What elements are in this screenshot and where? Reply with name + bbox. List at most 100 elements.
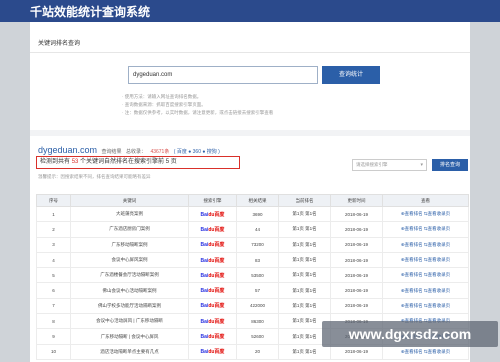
rank-cell: 第1页 第1名 <box>278 297 331 315</box>
row-number: 9 <box>36 328 71 345</box>
baidu-logo-icon: Baidu百度 <box>201 226 225 233</box>
view-rank-link[interactable]: ⊕查看排名 <box>401 257 423 262</box>
results-cell: 44 <box>236 221 279 238</box>
engine-logo-part: du百度 <box>208 257 225 264</box>
engine-logo-part: du百度 <box>208 318 225 325</box>
keyword-cell: 大班蒲亮案例 <box>70 205 189 223</box>
view-cell: ⊕查看排名 ⇆查看收录页 <box>382 297 469 315</box>
engine-cell: Baidu百度 <box>188 297 237 315</box>
engine-cell: Baidu百度 <box>188 282 237 299</box>
engine-select[interactable]: 请选择搜索引擎 ▾ <box>352 159 427 171</box>
table-row: 5 广东酒楼餐会厅活动隔断案例 Baidu百度 53500 第1页 第1名 2018-06… <box>36 267 469 284</box>
table-header-row: 序号 关键词 搜索引擎 相关结果 当前排名 更新时间 查看 <box>36 194 469 207</box>
view-cell: ⊕查看排名 ⇆查看收录页 <box>382 236 469 253</box>
view-rank-link[interactable]: ⊕查看排名 <box>401 288 423 293</box>
view-cell: ⊕查看排名 ⇆查看收录页 <box>382 205 469 223</box>
rank-cell: 第1页 第1名 <box>278 236 331 253</box>
view-rank-link[interactable]: ⊕查看排名 <box>401 242 423 247</box>
view-rank-link[interactable]: ⊕查看排名 <box>401 211 423 216</box>
engine-logo-part: du百度 <box>208 349 225 356</box>
view-index-link[interactable]: ⇆查看收录页 <box>424 288 450 293</box>
app-title: 千站效能统计查询系统 <box>30 5 151 19</box>
engine-cell: Baidu百度 <box>188 343 237 360</box>
column-header: 关键词 <box>70 194 189 207</box>
baidu-logo-icon: Baidu百度 <box>201 272 225 279</box>
view-index-link[interactable]: ⇆查看收录页 <box>424 257 450 262</box>
date-cell: 2018-06-19 <box>330 282 383 299</box>
view-index-link[interactable]: ⇆查看收录页 <box>424 303 450 308</box>
engine-select-placeholder: 请选择搜索引擎 <box>356 162 388 167</box>
engine-logo-part: du百度 <box>208 334 225 341</box>
view-index-link[interactable]: ⇆查看收录页 <box>424 272 450 277</box>
engine-logo-part: du百度 <box>208 242 225 249</box>
query-result-label: 查询结果 <box>101 149 122 155</box>
engine-cell: Baidu百度 <box>188 267 237 284</box>
keyword-cell: 广东移动隔断案例 <box>70 236 189 253</box>
date-cell: 2018-06-19 <box>330 251 383 269</box>
date-cell: 2018-06-19 <box>330 297 383 315</box>
view-rank-link[interactable]: ⊕查看排名 <box>401 303 423 308</box>
total-index-value: 43671条 <box>150 149 170 155</box>
engine-cell: Baidu百度 <box>188 328 237 345</box>
engine-logo-part: du百度 <box>208 303 225 310</box>
keyword-cell: 广东酒楼餐会厅活动隔断案例 <box>70 267 189 284</box>
date-cell: 2018-06-19 <box>330 267 383 284</box>
column-header: 搜索引擎 <box>188 194 237 207</box>
row-number: 5 <box>36 267 71 284</box>
row-number: 10 <box>36 343 71 360</box>
results-cell: 52600 <box>236 328 279 345</box>
results-cell: 20 <box>236 343 279 360</box>
view-index-link[interactable]: ⇆查看收录页 <box>424 349 450 354</box>
date-cell: 2018-06-19 <box>330 236 383 253</box>
domain-name: dygeduan.com <box>38 145 98 155</box>
engine-cell: Baidu百度 <box>188 236 237 253</box>
column-header: 更新时间 <box>330 194 383 207</box>
rank-cell: 第1页 第1名 <box>278 282 331 299</box>
row-number: 8 <box>36 313 71 330</box>
view-cell: ⊕查看排名 ⇆查看收录页 <box>382 267 469 284</box>
view-rank-link[interactable]: ⊕查看排名 <box>401 272 423 277</box>
view-index-link[interactable]: ⇆查看收录页 <box>424 242 450 247</box>
rank-cell: 第1页 第1名 <box>278 251 331 269</box>
keyword-cell: 佛山会议中心活动隔断案例 <box>70 282 189 299</box>
result-prefix: 检测到共有 <box>40 159 71 165</box>
keyword-cell: 广东移动隔断 | 会议中心屏风 <box>70 328 189 345</box>
engine-logo-part: du百度 <box>208 211 225 218</box>
results-cell: 73200 <box>236 236 279 253</box>
results-cell: 53500 <box>236 267 279 284</box>
view-index-link[interactable]: ⇆查看收录页 <box>424 226 450 231</box>
engine-links[interactable]: ( 百度 ● 360 ● 搜狗 ) <box>174 149 220 155</box>
search-input[interactable]: dygeduan.com <box>128 66 318 84</box>
keyword-cell: 会议中心屏风案例 <box>70 251 189 269</box>
row-number: 3 <box>36 236 71 253</box>
table-row: 4 会议中心屏风案例 Baidu百度 83 第1页 第1名 2018-06-19 ⊕查看排名… <box>36 251 469 269</box>
row-number: 6 <box>36 282 71 299</box>
table-row: 1 大班蒲亮案例 Baidu百度 3690 第1页 第1名 2018-06-19 ⊕查看排名… <box>36 205 469 223</box>
view-rank-link[interactable]: ⊕查看排名 <box>401 349 423 354</box>
engine-cell: Baidu百度 <box>188 251 237 269</box>
results-cell: 83 <box>236 251 279 269</box>
view-cell: ⊕查看排名 ⇆查看收录页 <box>382 251 469 269</box>
results-cell: 3690 <box>236 205 279 223</box>
engine-logo-part: du百度 <box>208 272 225 279</box>
view-index-link[interactable]: ⇆查看收录页 <box>424 211 450 216</box>
divider <box>30 52 470 53</box>
hint-line: · 使用方法：请输入网址查询排名数据。 <box>122 94 202 99</box>
result-suffix: 个关键词自然排名在搜索引擎前 5 页 <box>80 159 177 165</box>
column-header: 查看 <box>382 194 469 207</box>
keyword-cell: 佛山学校多功能厅活动隔断案例 <box>70 297 189 315</box>
view-rank-link[interactable]: ⊕查看排名 <box>401 226 423 231</box>
chevron-down-icon: ▾ <box>420 162 423 168</box>
baidu-logo-icon: Baidu百度 <box>201 257 225 264</box>
results-cell: 57 <box>236 282 279 299</box>
rank-query-button[interactable]: 排名查询 <box>432 159 468 171</box>
baidu-logo-icon: Baidu百度 <box>201 318 225 325</box>
results-cell: 422000 <box>236 297 279 315</box>
keyword-cell: 广东酒店厨房门案例 <box>70 221 189 238</box>
watermark: www.dgxrsdz.com <box>322 321 498 347</box>
results-cell: 86300 <box>236 313 279 330</box>
baidu-logo-icon: Baidu百度 <box>201 287 225 294</box>
search-button[interactable]: 查询统计 <box>322 66 380 84</box>
view-cell: ⊕查看排名 ⇆查看收录页 <box>382 282 469 299</box>
divider <box>30 130 470 136</box>
